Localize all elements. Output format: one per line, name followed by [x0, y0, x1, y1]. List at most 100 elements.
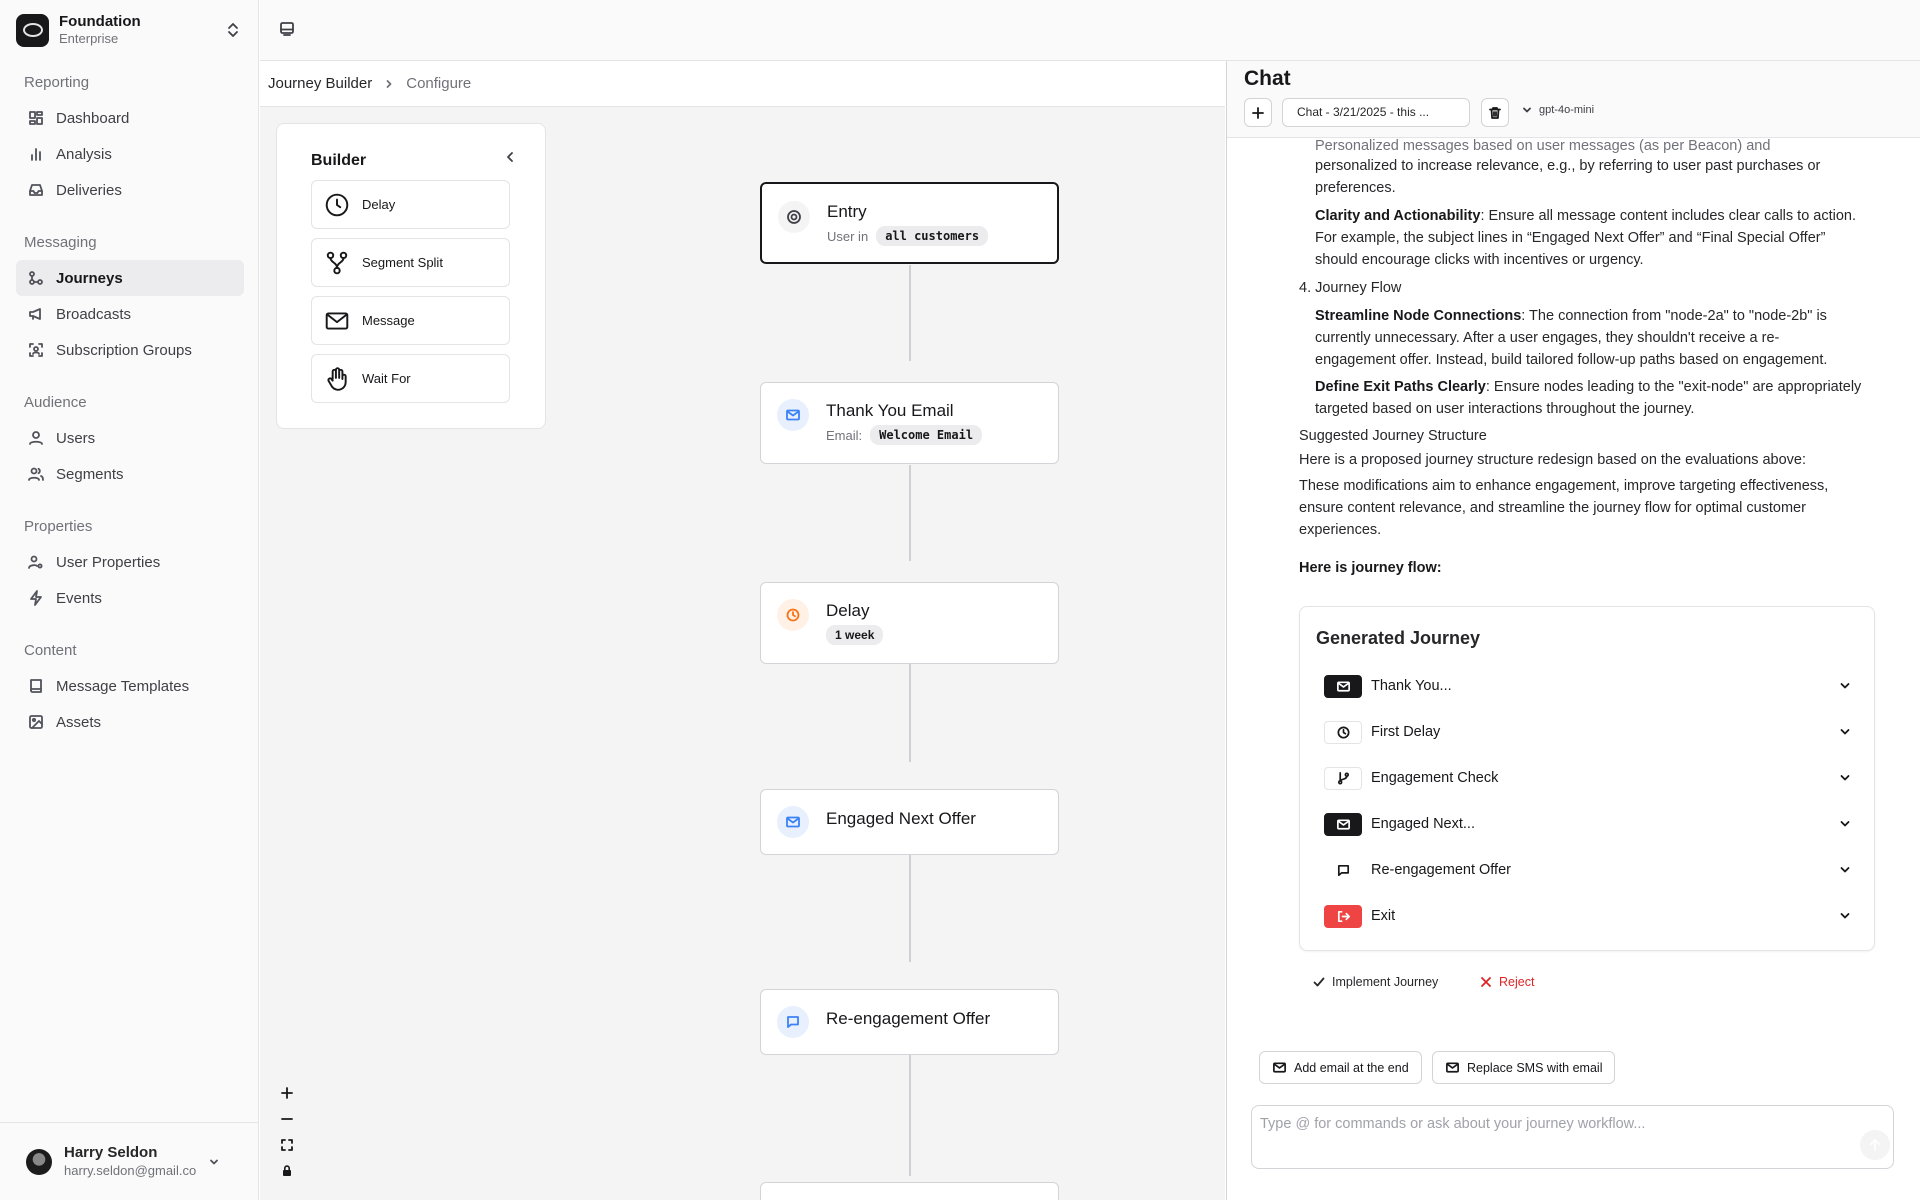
journey-step-label: Engagement Check [1371, 770, 1499, 786]
journey-step-first-delay[interactable]: First Delay [1324, 717, 1852, 747]
user-icon [29, 431, 43, 445]
nav-group-content: Content Message Templates Assets [16, 634, 244, 740]
node-title: Re-engagement Offer [826, 1009, 991, 1028]
chevron-down-icon[interactable] [1838, 771, 1852, 785]
mail-icon [777, 399, 809, 431]
node-title: Thank You Email [826, 401, 954, 420]
reject-label: Reject [1499, 975, 1535, 989]
message-heading: 4. Journey Flow [1299, 280, 1402, 296]
nav-group-label: Audience [24, 394, 87, 411]
journey-canvas[interactable]: Journey Builder Configure Builder Delay … [260, 61, 1225, 1200]
node-title: Entry [827, 202, 867, 221]
journey-step-exit[interactable]: Exit [1324, 901, 1852, 931]
sidebar-item-events[interactable]: Events [16, 580, 244, 616]
sidebar-item-subscription-groups[interactable]: Subscription Groups [16, 332, 244, 368]
sidebar-item-segments[interactable]: Segments [16, 456, 244, 492]
nav-group-label: Reporting [24, 74, 90, 91]
builder-item-segment-split[interactable]: Segment Split [311, 238, 510, 287]
panel-toggle-icon[interactable] [278, 20, 298, 40]
nav-group-messaging: Messaging Journeys Broadcasts Subscripti… [16, 226, 244, 368]
breadcrumb: Journey Builder Configure [260, 61, 1225, 107]
sidebar-item-assets[interactable]: Assets [16, 704, 244, 740]
message-text: engagement offer. Instead, build tailore… [1315, 352, 1828, 368]
node-re-engagement-offer[interactable]: Re-engagement Offer [760, 989, 1059, 1055]
lock-icon[interactable] [276, 1160, 298, 1182]
generated-journey-title: Generated Journey [1316, 628, 1481, 648]
journey-step-engaged-next[interactable]: Engaged Next... [1324, 809, 1852, 839]
nav-group-audience: Audience Users Segments [16, 386, 244, 492]
builder-item-wait-for[interactable]: Wait For [311, 354, 510, 403]
chevron-down-icon[interactable] [208, 1156, 220, 1168]
user-menu[interactable]: Harry Seldon harry.seldon@gmail.co [0, 1122, 259, 1200]
message-text: These modifications aim to enhance engag… [1299, 478, 1829, 494]
trash-icon [1489, 106, 1501, 119]
users-icon [28, 467, 44, 481]
zoom-out-icon[interactable] [276, 1108, 298, 1130]
git-branch-icon [1324, 766, 1362, 790]
mail-icon [1446, 1062, 1459, 1073]
sidebar-item-broadcasts[interactable]: Broadcasts [16, 296, 244, 332]
zoom-in-icon[interactable] [276, 1082, 298, 1104]
implement-journey-label: Implement Journey [1332, 975, 1439, 989]
builder-item-label: Wait For [362, 371, 411, 386]
journey-step-engagement-check[interactable]: Engagement Check [1324, 763, 1852, 793]
chevron-down-icon[interactable] [1838, 863, 1852, 877]
x-icon [1481, 977, 1491, 987]
chevron-left-icon[interactable] [503, 150, 517, 164]
builder-item-label: Message [362, 313, 415, 328]
journey-step-re-engagement-offer[interactable]: Re-engagement Offer [1324, 855, 1852, 885]
journey-step-thank-you[interactable]: Thank You... [1324, 671, 1852, 701]
chat-history-select[interactable]: Chat - 3/21/2025 - this ... [1282, 98, 1470, 127]
nav-group-properties: Properties User Properties Events [16, 510, 244, 616]
implement-journey-button[interactable]: Implement Journey [1312, 975, 1438, 989]
model-select[interactable]: gpt-4o-mini [1521, 104, 1594, 116]
chevron-down-icon[interactable] [1838, 679, 1852, 693]
edge-connector [909, 265, 911, 361]
chat-input[interactable] [1251, 1105, 1894, 1169]
inbox-icon [29, 184, 43, 196]
org-switcher[interactable]: Foundation Enterprise [16, 10, 244, 50]
chevron-down-icon[interactable] [1838, 909, 1852, 923]
new-chat-button[interactable] [1244, 98, 1272, 127]
mail-icon [1273, 1062, 1286, 1073]
chevrons-up-down-icon[interactable] [226, 22, 240, 38]
message-square-icon [777, 1006, 809, 1038]
chat-title: Chat [1244, 67, 1291, 90]
breadcrumb-journey-builder[interactable]: Journey Builder [268, 75, 372, 92]
sidebar-item-message-templates[interactable]: Message Templates [16, 668, 244, 704]
message-text: For example, the subject lines in “Engag… [1315, 230, 1826, 246]
sidebar-item-users[interactable]: Users [16, 420, 244, 456]
sidebar-item-analysis[interactable]: Analysis [16, 136, 244, 172]
node-subtitle: User in all customers [827, 226, 989, 246]
sidebar-item-dashboard[interactable]: Dashboard [16, 100, 244, 136]
node-subtitle: Email: Welcome Email [826, 425, 983, 445]
fit-view-icon[interactable] [276, 1134, 298, 1156]
node-engaged-next-offer[interactable]: Engaged Next Offer [760, 789, 1059, 855]
edge-connector [909, 855, 911, 962]
chevron-down-icon[interactable] [1838, 817, 1852, 831]
segment-chip: all customers [876, 226, 989, 246]
zap-icon [30, 590, 42, 606]
chevron-down-icon[interactable] [1838, 725, 1852, 739]
builder-item-delay[interactable]: Delay [311, 180, 510, 229]
sidebar-item-deliveries[interactable]: Deliveries [16, 172, 244, 208]
bar-chart-icon [31, 148, 41, 161]
chat-header: Chat Chat - 3/21/2025 - this ... gpt-4o-… [1227, 61, 1920, 138]
send-button[interactable] [1860, 1130, 1890, 1160]
suggestion-add-email-button[interactable]: Add email at the end [1259, 1051, 1422, 1084]
builder-item-message[interactable]: Message [311, 296, 510, 345]
suggestion-replace-sms-button[interactable]: Replace SMS with email [1432, 1051, 1616, 1084]
chat-messages[interactable]: Personalized messages based on user mess… [1227, 139, 1920, 969]
reject-button[interactable]: Reject [1479, 975, 1534, 989]
message-text: targeted based on user interactions thro… [1315, 401, 1695, 417]
chevron-right-icon [384, 79, 394, 89]
sidebar-item-label: Subscription Groups [56, 341, 192, 359]
delete-chat-button[interactable] [1481, 98, 1509, 127]
sidebar-item-user-properties[interactable]: User Properties [16, 544, 244, 580]
node-thank-you-email[interactable]: Thank You Email Email: Welcome Email [760, 382, 1059, 464]
sidebar-item-journeys[interactable]: Journeys [16, 260, 244, 296]
node-delay[interactable]: Delay 1 week [760, 582, 1059, 664]
journey-step-label: Re-engagement Offer [1371, 862, 1511, 878]
node-entry[interactable]: Entry User in all customers [760, 182, 1059, 264]
node-next[interactable] [760, 1182, 1059, 1200]
